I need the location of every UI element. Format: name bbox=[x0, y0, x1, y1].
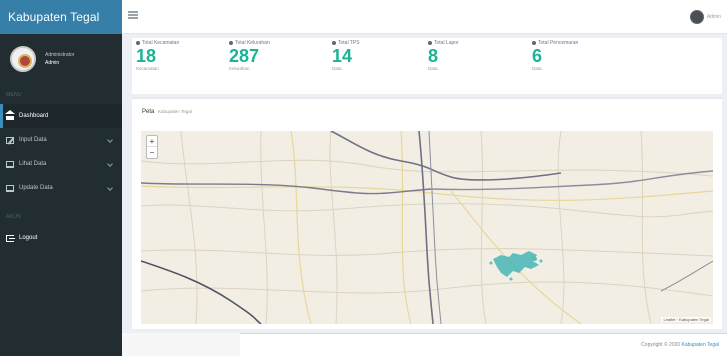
sidebar-item-label: Dashboard bbox=[19, 113, 49, 119]
stat-value: 287 bbox=[229, 46, 260, 66]
user-menu[interactable]: Admin bbox=[689, 10, 721, 24]
footer-left bbox=[122, 333, 240, 356]
map-box: Peta Kabupaten Tegal + − Leaflet · Kabup… bbox=[132, 97, 722, 329]
menu-toggle-icon[interactable] bbox=[128, 11, 138, 19]
user-panel: Administrator Admin bbox=[0, 34, 122, 84]
map-subtitle: Kabupaten Tegal bbox=[158, 109, 192, 114]
map-zoom-control: + − bbox=[146, 135, 158, 159]
nav-header-account: AKUN bbox=[6, 214, 22, 220]
logout-icon bbox=[6, 234, 15, 242]
footer: Copyright © 2020 Kabupaten Tegal bbox=[240, 333, 727, 356]
stat-kelurahan: Total Kelurahan 287 Kelurahan bbox=[229, 38, 325, 94]
sidebar-item-update-data[interactable]: Update Data bbox=[0, 176, 122, 200]
monitor-icon bbox=[6, 184, 14, 192]
stat-value: 8 bbox=[428, 46, 439, 66]
user-role: Admin bbox=[45, 59, 60, 66]
sidebar-item-input-data[interactable]: Input Data bbox=[0, 128, 122, 152]
stat-sub: Data bbox=[532, 66, 542, 71]
footer-text: Copyright © 2020 Kabupaten Tegal bbox=[641, 342, 719, 348]
sidebar: Kabupaten Tegal Administrator Admin MENU… bbox=[0, 0, 122, 356]
stat-sub: Kecamatan bbox=[136, 66, 159, 71]
sidebar-item-label: Update Data bbox=[19, 185, 53, 191]
map-title-text: Peta bbox=[142, 109, 155, 115]
sidebar-item-lihat-data[interactable]: Lihat Data bbox=[0, 152, 122, 176]
sidebar-item-logout[interactable]: Logout bbox=[0, 226, 122, 250]
stat-label: Total Pencemaran bbox=[538, 40, 579, 46]
edit-icon bbox=[6, 136, 14, 144]
footer-link[interactable]: Kabupaten Tegal bbox=[682, 342, 719, 348]
user-icon bbox=[229, 41, 233, 45]
sidebar-item-label: Input Data bbox=[19, 137, 47, 143]
stat-pencemaran: Total Pencemaran 6 Data bbox=[532, 38, 628, 94]
zoom-in-button[interactable]: + bbox=[147, 136, 157, 147]
chevron-down-icon bbox=[107, 185, 113, 191]
user-icon bbox=[428, 41, 432, 45]
user-avatar bbox=[10, 46, 36, 72]
map-title: Peta Kabupaten Tegal bbox=[142, 109, 192, 115]
stat-sub: Data bbox=[428, 66, 438, 71]
brand-logo[interactable]: Kabupaten Tegal bbox=[0, 0, 122, 34]
stat-value: 14 bbox=[332, 46, 353, 66]
stat-tps: Total TPS 14 Data bbox=[332, 38, 428, 94]
user-icon bbox=[136, 41, 140, 45]
stat-value: 6 bbox=[532, 46, 543, 66]
stat-sub: Data bbox=[332, 66, 342, 71]
chevron-down-icon bbox=[107, 137, 113, 143]
footer-copyright: Copyright © 2020 bbox=[641, 342, 681, 348]
user-name: Administrator bbox=[45, 51, 75, 58]
map-attribution[interactable]: Leaflet · Kabupaten Tegal bbox=[661, 317, 711, 322]
top-user-name: Admin bbox=[706, 14, 721, 20]
user-icon bbox=[332, 41, 336, 45]
stat-value: 18 bbox=[136, 46, 157, 66]
map-tiles bbox=[141, 131, 713, 324]
zoom-out-button[interactable]: − bbox=[147, 147, 157, 158]
sidebar-item-label: Lihat Data bbox=[19, 161, 47, 167]
user-icon bbox=[532, 41, 536, 45]
monitor-icon bbox=[6, 160, 14, 168]
stat-kecamatan: Total Kecamatan 18 Kecamatan bbox=[136, 38, 232, 94]
avatar bbox=[689, 10, 704, 24]
home-icon bbox=[5, 109, 15, 120]
top-navbar: Admin bbox=[122, 0, 727, 34]
nav-header-menu: MENU bbox=[6, 92, 22, 98]
chevron-down-icon bbox=[107, 161, 113, 167]
stat-lapor: Total Lapor 8 Data bbox=[428, 38, 524, 94]
stats-panel: Total Kecamatan 18 Kecamatan Total Kelur… bbox=[132, 38, 722, 94]
sidebar-item-dashboard[interactable]: Dashboard bbox=[0, 104, 122, 128]
sidebar-item-label: Logout bbox=[19, 235, 38, 241]
map-view[interactable]: + − Leaflet · Kabupaten Tegal bbox=[141, 131, 713, 324]
stat-sub: Kelurahan bbox=[229, 66, 250, 71]
